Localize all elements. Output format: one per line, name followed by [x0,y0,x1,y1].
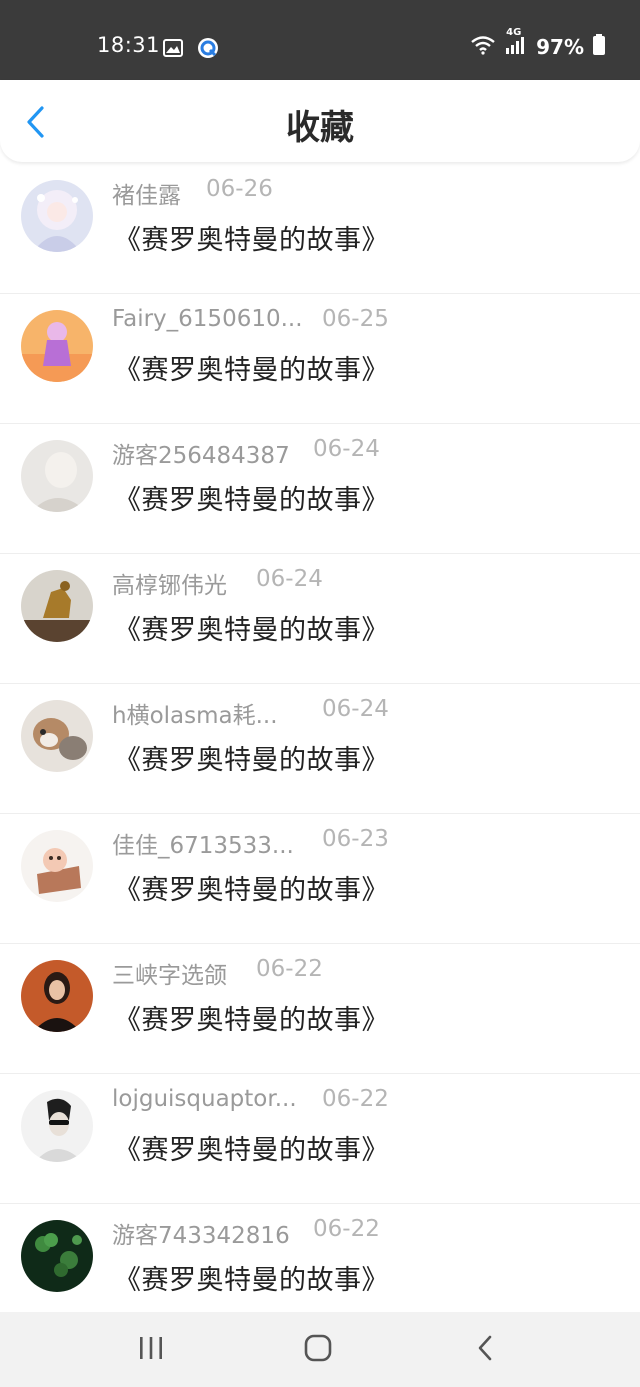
system-back-button[interactable] [460,1330,510,1370]
item-title: 《赛罗奥特曼的故事》 [114,225,389,256]
signal-icon: 4G [504,27,528,59]
avatar [21,1220,93,1292]
recent-apps-icon [138,1336,164,1364]
avatar [21,1090,93,1162]
recent-apps-button[interactable] [126,1330,176,1370]
list-item[interactable]: lojguisquaptor... 06-22 《赛罗奥特曼的故事》 [0,1074,640,1204]
avatar [21,960,93,1032]
wifi-icon [470,35,496,59]
status-bar: 18:31 4G 97% [0,0,640,80]
item-date: 06-25 [322,306,389,332]
home-button[interactable] [293,1330,343,1370]
item-date: 06-24 [256,566,323,592]
status-time: 18:31 [97,33,161,57]
item-date: 06-23 [322,826,389,852]
user-name: 褚佳露 [112,183,181,209]
user-name: h横olasma耗... [112,703,278,729]
list-item[interactable]: h横olasma耗... 06-24 《赛罗奥特曼的故事》 [0,684,640,814]
user-name: lojguisquaptor... [112,1086,297,1112]
network-label: 4G [506,27,522,38]
item-meta: 三峡字选颌 06-22 [112,956,532,989]
user-name: 游客256484387 [112,443,290,469]
list-item[interactable]: 褚佳露 06-26 《赛罗奥特曼的故事》 [0,164,640,294]
header: 收藏 [0,80,640,162]
image-icon [163,39,183,61]
user-name: 游客743342816 [112,1223,290,1249]
user-name: 三峡字选颌 [112,963,227,989]
list-item[interactable]: Fairy_6150610... 06-25 《赛罗奥特曼的故事》 [0,294,640,424]
item-title: 《赛罗奥特曼的故事》 [114,875,389,906]
list-item[interactable]: 佳佳_6713533... 06-23 《赛罗奥特曼的故事》 [0,814,640,944]
item-meta: h横olasma耗... 06-24 [112,696,532,729]
app-notification-icon [197,37,219,63]
page-title: 收藏 [286,108,354,148]
list-item[interactable]: 高椁铘伟光 06-24 《赛罗奥特曼的故事》 [0,554,640,684]
list-item[interactable]: 三峡字选颌 06-22 《赛罗奥特曼的故事》 [0,944,640,1074]
battery-icon [592,34,606,60]
avatar [21,180,93,252]
item-title: 《赛罗奥特曼的故事》 [114,1135,389,1166]
item-meta: 褚佳露 06-26 [112,176,532,209]
item-date: 06-22 [313,1216,380,1242]
item-title: 《赛罗奥特曼的故事》 [114,485,389,516]
item-title: 《赛罗奥特曼的故事》 [114,1265,389,1296]
avatar [21,700,93,772]
item-date: 06-22 [322,1086,389,1112]
item-title: 《赛罗奥特曼的故事》 [114,1005,389,1036]
system-nav-bar [0,1312,640,1387]
status-left-icons [163,37,219,63]
list-item[interactable]: 游客256484387 06-24 《赛罗奥特曼的故事》 [0,424,640,554]
item-meta: lojguisquaptor... 06-22 [112,1086,532,1116]
item-meta: 游客743342816 06-22 [112,1216,532,1249]
item-date: 06-24 [313,436,380,462]
user-name: 高椁铘伟光 [112,573,227,599]
item-meta: Fairy_6150610... 06-25 [112,306,532,336]
item-title: 《赛罗奥特曼的故事》 [114,355,389,386]
battery-percent: 97% [536,35,584,59]
status-right: 4G 97% [470,27,606,60]
item-meta: 佳佳_6713533... 06-23 [112,826,532,859]
item-date: 06-22 [256,956,323,982]
favorites-list: 褚佳露 06-26 《赛罗奥特曼的故事》 Fairy_6150610... 06… [0,164,640,1333]
back-icon [476,1335,494,1365]
item-meta: 游客256484387 06-24 [112,436,532,469]
home-icon [304,1334,332,1366]
avatar [21,310,93,382]
item-date: 06-24 [322,696,389,722]
user-name: Fairy_6150610... [112,306,303,332]
item-meta: 高椁铘伟光 06-24 [112,566,532,599]
avatar [21,440,93,512]
avatar [21,830,93,902]
user-name: 佳佳_6713533... [112,833,294,859]
item-title: 《赛罗奥特曼的故事》 [114,615,389,646]
item-date: 06-26 [206,176,273,202]
item-title: 《赛罗奥特曼的故事》 [114,745,389,776]
avatar [21,570,93,642]
